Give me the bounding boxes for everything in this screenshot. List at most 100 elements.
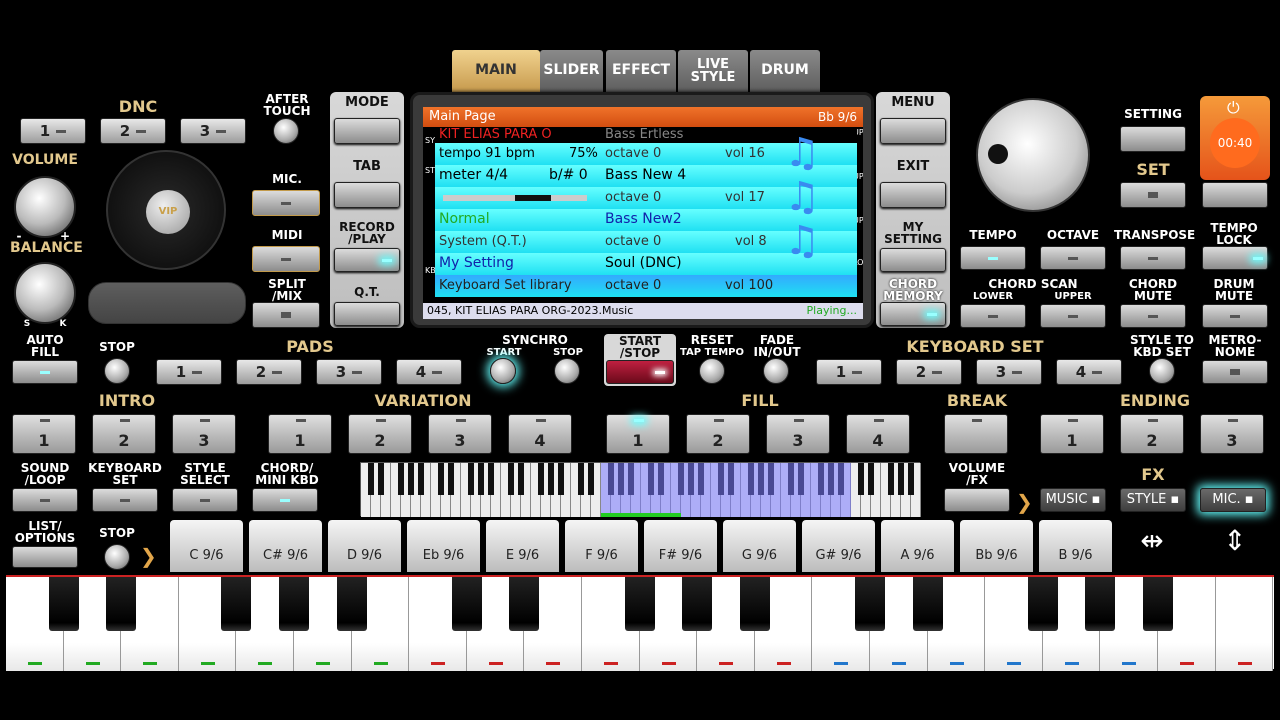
chord-tab-a[interactable]: A 9/6: [881, 520, 954, 572]
dnc-button-3[interactable]: 3: [180, 118, 246, 144]
tab-live-style[interactable]: LIVE STYLE: [678, 50, 748, 92]
pad-button-4[interactable]: 4: [396, 359, 462, 385]
mini-keyboard[interactable]: [360, 462, 921, 517]
drum-mute-button[interactable]: [1202, 304, 1268, 328]
break-button[interactable]: [944, 414, 1008, 454]
record-timer[interactable]: ⏻ 00:40: [1200, 96, 1270, 180]
black-key[interactable]: [624, 577, 655, 631]
split-mix-button[interactable]: [252, 302, 320, 328]
chord-tab-bb[interactable]: Bb 9/6: [960, 520, 1033, 572]
tempo-button[interactable]: [960, 246, 1026, 270]
sound-loop-button[interactable]: [12, 488, 78, 512]
chord-tab-c[interactable]: C 9/6: [170, 520, 243, 572]
white-key[interactable]: [1215, 577, 1274, 671]
main-dial[interactable]: [976, 98, 1090, 212]
start-stop-button[interactable]: [606, 360, 674, 384]
style-to-kbd-knob[interactable]: [1149, 358, 1175, 384]
chord-tab-c-sharp[interactable]: C# 9/6: [249, 520, 322, 572]
chord-mute-button[interactable]: [1120, 304, 1186, 328]
keyboard-height-icon[interactable]: ⇕: [1206, 524, 1264, 568]
set-button[interactable]: [1120, 182, 1186, 208]
chord-tab-d[interactable]: D 9/6: [328, 520, 401, 572]
intro-button-2[interactable]: 2: [92, 414, 156, 454]
chord-mini-button[interactable]: [252, 488, 318, 512]
black-key[interactable]: [855, 577, 885, 631]
black-key[interactable]: [1143, 577, 1173, 631]
style-select-button[interactable]: [172, 488, 238, 512]
reset-knob[interactable]: [699, 358, 725, 384]
octave-button[interactable]: [1040, 246, 1106, 270]
black-key[interactable]: [912, 577, 943, 631]
chord-scan-lower-button[interactable]: [960, 304, 1026, 328]
chord-scan-upper-button[interactable]: [1040, 304, 1106, 328]
qt-button[interactable]: [334, 302, 400, 326]
tab-slider[interactable]: SLIDER: [540, 50, 603, 92]
variation-button-1[interactable]: 1: [268, 414, 332, 454]
midi-button[interactable]: [252, 246, 320, 272]
chord-tab-e[interactable]: E 9/6: [486, 520, 559, 572]
kbd-set-button-4[interactable]: 4: [1056, 359, 1122, 385]
tempo-lock-button[interactable]: [1202, 246, 1268, 270]
set-extra-button[interactable]: [1202, 182, 1268, 208]
chord-tab-g-sharp[interactable]: G# 9/6: [802, 520, 875, 572]
ending-button-2[interactable]: 2: [1120, 414, 1184, 454]
tab-button[interactable]: [334, 182, 400, 208]
variation-button-4[interactable]: 4: [508, 414, 572, 454]
fx-style-button[interactable]: STYLE ▪: [1120, 488, 1186, 512]
bottom-stop-knob[interactable]: [104, 544, 130, 570]
pads-stop-knob[interactable]: [104, 358, 130, 384]
record-play-button[interactable]: [334, 248, 400, 272]
fill-button-2[interactable]: 2: [686, 414, 750, 454]
volume-fx-button[interactable]: [944, 488, 1010, 512]
menu-button[interactable]: [880, 118, 946, 144]
synchro-start-knob[interactable]: [490, 358, 516, 384]
black-key[interactable]: [336, 577, 367, 631]
chord-tab-f-sharp[interactable]: F# 9/6: [644, 520, 717, 572]
black-key[interactable]: [451, 577, 482, 631]
fade-knob[interactable]: [763, 358, 789, 384]
chord-memory-button[interactable]: [880, 302, 946, 326]
chord-tab-f[interactable]: F 9/6: [565, 520, 638, 572]
variation-button-3[interactable]: 3: [428, 414, 492, 454]
metronome-button[interactable]: [1202, 360, 1268, 384]
kbd-set-button-2[interactable]: 2: [896, 359, 962, 385]
dnc-button-1[interactable]: 1: [20, 118, 86, 144]
tab-drum[interactable]: DRUM: [750, 50, 820, 92]
after-touch-knob[interactable]: [273, 118, 299, 144]
intro-button-3[interactable]: 3: [172, 414, 236, 454]
chord-tab-b[interactable]: B 9/6: [1039, 520, 1112, 572]
chord-tab-g[interactable]: G 9/6: [723, 520, 796, 572]
fx-music-button[interactable]: MUSIC ▪: [1040, 488, 1106, 512]
black-key[interactable]: [682, 577, 713, 631]
variation-button-2[interactable]: 2: [348, 414, 412, 454]
mode-button[interactable]: [334, 118, 400, 144]
transpose-button[interactable]: [1120, 246, 1186, 270]
black-key[interactable]: [48, 577, 79, 631]
exit-button[interactable]: [880, 182, 946, 208]
kbd-set-button-1[interactable]: 1: [816, 359, 882, 385]
black-key[interactable]: [509, 577, 540, 631]
pad-button-2[interactable]: 2: [236, 359, 302, 385]
intro-button-1[interactable]: 1: [12, 414, 76, 454]
list-options-button[interactable]: [12, 546, 78, 568]
black-key[interactable]: [221, 577, 252, 631]
keyboard-set-bottom-button[interactable]: [92, 488, 158, 512]
tab-main[interactable]: MAIN: [452, 50, 540, 92]
dnc-button-2[interactable]: 2: [100, 118, 166, 144]
tab-effect[interactable]: EFFECT: [606, 50, 676, 92]
black-key[interactable]: [279, 577, 309, 631]
balance-knob[interactable]: [14, 262, 76, 324]
fill-button-1[interactable]: 1: [606, 414, 670, 454]
piano-keyboard[interactable]: [6, 575, 1274, 671]
pad-button-1[interactable]: 1: [156, 359, 222, 385]
setting-button[interactable]: [1120, 126, 1186, 152]
keyboard-resize-icon[interactable]: ⇹: [1128, 524, 1176, 568]
auto-fill-button[interactable]: [12, 360, 78, 384]
black-key[interactable]: [739, 577, 770, 631]
ending-button-1[interactable]: 1: [1040, 414, 1104, 454]
ending-button-3[interactable]: 3: [1200, 414, 1264, 454]
black-key[interactable]: [106, 577, 137, 631]
mic-button[interactable]: [252, 190, 320, 216]
my-setting-button[interactable]: [880, 248, 946, 272]
black-key[interactable]: [1027, 577, 1058, 631]
